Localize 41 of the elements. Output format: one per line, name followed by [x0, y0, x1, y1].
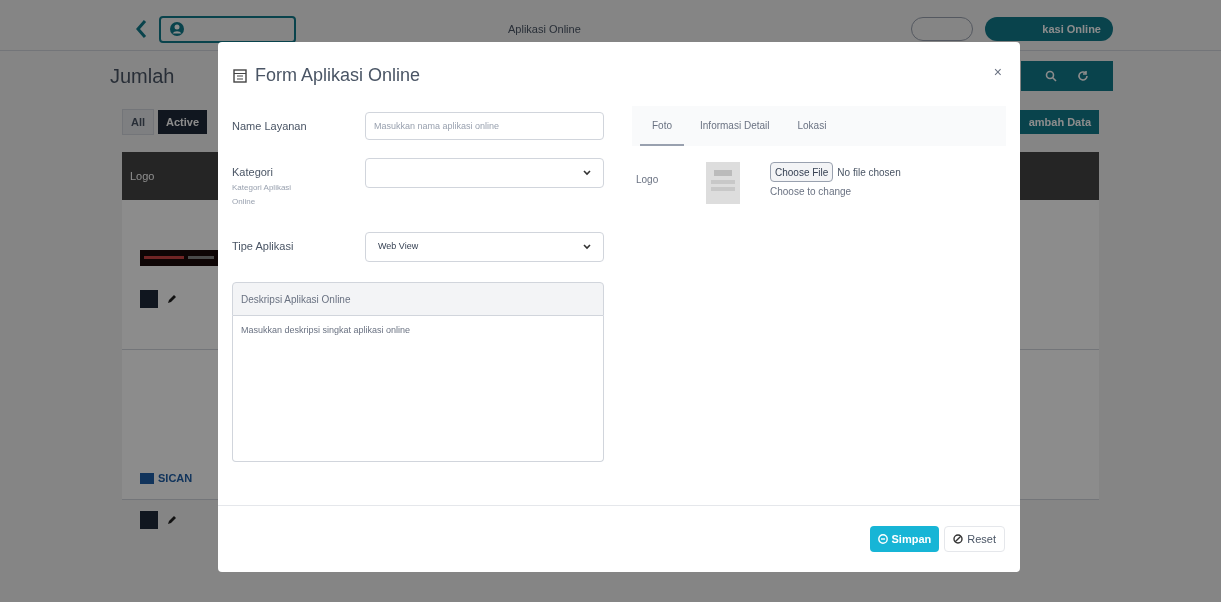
file-status: No file chosen — [837, 165, 901, 180]
tab[interactable]: Informasi Detail — [688, 106, 782, 146]
save-icon — [877, 534, 888, 544]
filter-tab[interactable]: All — [122, 108, 155, 136]
modal-title: Form Aplikasi Online — [255, 64, 421, 87]
description-field[interactable]: Masukkan deskripsi singkat aplikasi online — [232, 316, 604, 462]
logo-label: Logo — [636, 173, 660, 187]
header-button[interactable]: kasi Online — [985, 17, 1113, 41]
field-label: Name Layanan — [232, 119, 308, 134]
field-label: Tipe Aplikasi — [232, 239, 295, 254]
breadcrumb[interactable]: Aplikasi Online — [508, 20, 581, 38]
tab[interactable]: Lokasi — [785, 106, 839, 146]
app-name: SICAN — [158, 471, 193, 486]
info-button[interactable] — [140, 510, 158, 529]
select-field[interactable] — [365, 158, 604, 188]
reset-button[interactable]: Reset — [944, 526, 1005, 552]
file-hint: Choose to change — [770, 185, 853, 199]
user-icon — [169, 21, 185, 37]
chevron-down-icon — [583, 244, 591, 250]
page-title: Jumlah — [110, 63, 175, 89]
select-field[interactable]: Web View — [365, 232, 604, 262]
column-header: Logo — [130, 168, 155, 184]
search-button[interactable] — [1021, 60, 1113, 91]
pencil-icon[interactable] — [166, 293, 178, 305]
form-icon — [233, 68, 247, 83]
filter-tab[interactable]: Active — [158, 109, 208, 135]
back-icon[interactable] — [135, 19, 147, 39]
input-field[interactable]: Masukkan nama aplikasi online — [365, 112, 604, 140]
ban-icon — [953, 534, 964, 544]
field-hint: Kategori Aplikasi Online — [232, 181, 292, 208]
no-image-icon — [706, 162, 740, 204]
refresh-icon — [1077, 69, 1089, 82]
app-icon — [140, 472, 154, 484]
panel-title: Deskripsi Aplikasi Online — [241, 292, 351, 307]
close-button[interactable]: × — [993, 62, 1002, 83]
tab[interactable]: Foto — [640, 106, 684, 146]
chevron-down-icon — [583, 170, 591, 176]
choose-file-button[interactable]: Choose File — [770, 162, 834, 182]
search-icon — [1045, 69, 1057, 82]
field-label: Kategori — [232, 165, 274, 180]
pencil-icon[interactable] — [166, 513, 178, 526]
